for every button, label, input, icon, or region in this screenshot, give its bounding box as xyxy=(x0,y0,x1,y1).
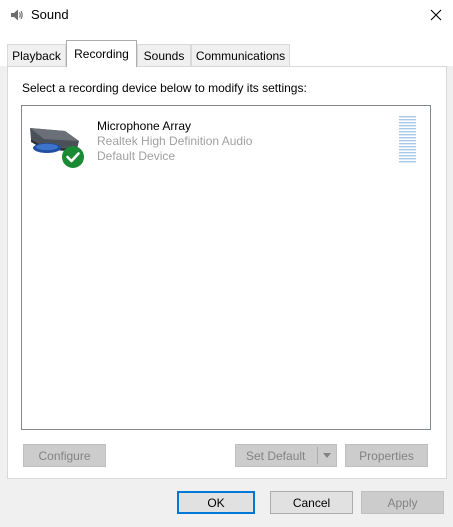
tab-label: Sounds xyxy=(143,48,185,63)
level-meter-bar xyxy=(399,122,416,124)
level-meter-bar xyxy=(399,140,416,142)
close-button[interactable] xyxy=(418,0,453,30)
sound-dialog: Sound Playback Recording Sounds Communic… xyxy=(0,0,453,527)
tab-recording[interactable]: Recording xyxy=(66,40,137,67)
level-meter-bar xyxy=(399,146,416,148)
cancel-label: Cancel xyxy=(292,495,331,510)
tab-communications[interactable]: Communications xyxy=(191,44,290,66)
ok-label: OK xyxy=(207,495,225,510)
tab-label: Recording xyxy=(74,47,129,61)
speaker-icon xyxy=(11,9,23,21)
level-meter-bar xyxy=(399,134,416,136)
set-default-dropdown[interactable] xyxy=(320,447,334,464)
properties-button[interactable]: Properties xyxy=(345,444,428,467)
split-divider xyxy=(317,447,318,464)
panel-instruction: Select a recording device below to modif… xyxy=(22,81,307,95)
level-meter-bar xyxy=(399,155,416,157)
level-meter-bar xyxy=(399,158,416,160)
microphone-array-icon[interactable] xyxy=(27,124,87,170)
configure-label: Configure xyxy=(38,448,91,463)
window-title: Sound xyxy=(31,7,69,22)
ok-button[interactable]: OK xyxy=(177,491,255,514)
level-meter-bar xyxy=(399,161,416,163)
set-default-label: Set Default xyxy=(246,448,306,463)
tab-label: Communications xyxy=(195,48,286,63)
apply-button[interactable]: Apply xyxy=(361,491,444,514)
title-bar: Sound xyxy=(0,0,453,30)
tab-playback[interactable]: Playback xyxy=(7,44,66,66)
default-checkmark-icon xyxy=(62,146,84,168)
level-meter-bar xyxy=(399,152,416,154)
level-meter-bar xyxy=(399,125,416,127)
cancel-button[interactable]: Cancel xyxy=(270,491,353,514)
level-meter xyxy=(399,116,416,163)
level-meter-bar xyxy=(399,149,416,151)
tab-label: Playback xyxy=(12,48,61,63)
tab-sounds[interactable]: Sounds xyxy=(137,44,191,66)
configure-button[interactable]: Configure xyxy=(23,444,106,467)
level-meter-bar xyxy=(399,128,416,130)
apply-label: Apply xyxy=(387,495,418,510)
dropdown-arrow-icon xyxy=(323,453,331,458)
level-meter-bar xyxy=(399,131,416,133)
level-meter-bar xyxy=(399,119,416,121)
close-icon xyxy=(430,9,441,21)
level-meter-bar xyxy=(399,143,416,145)
level-meter-bar xyxy=(399,137,416,139)
device-driver: Realtek High Definition Audio xyxy=(97,134,253,148)
level-meter-bar xyxy=(399,116,416,118)
device-name: Microphone Array xyxy=(97,119,192,133)
properties-label: Properties xyxy=(359,448,414,463)
device-status: Default Device xyxy=(97,149,176,163)
